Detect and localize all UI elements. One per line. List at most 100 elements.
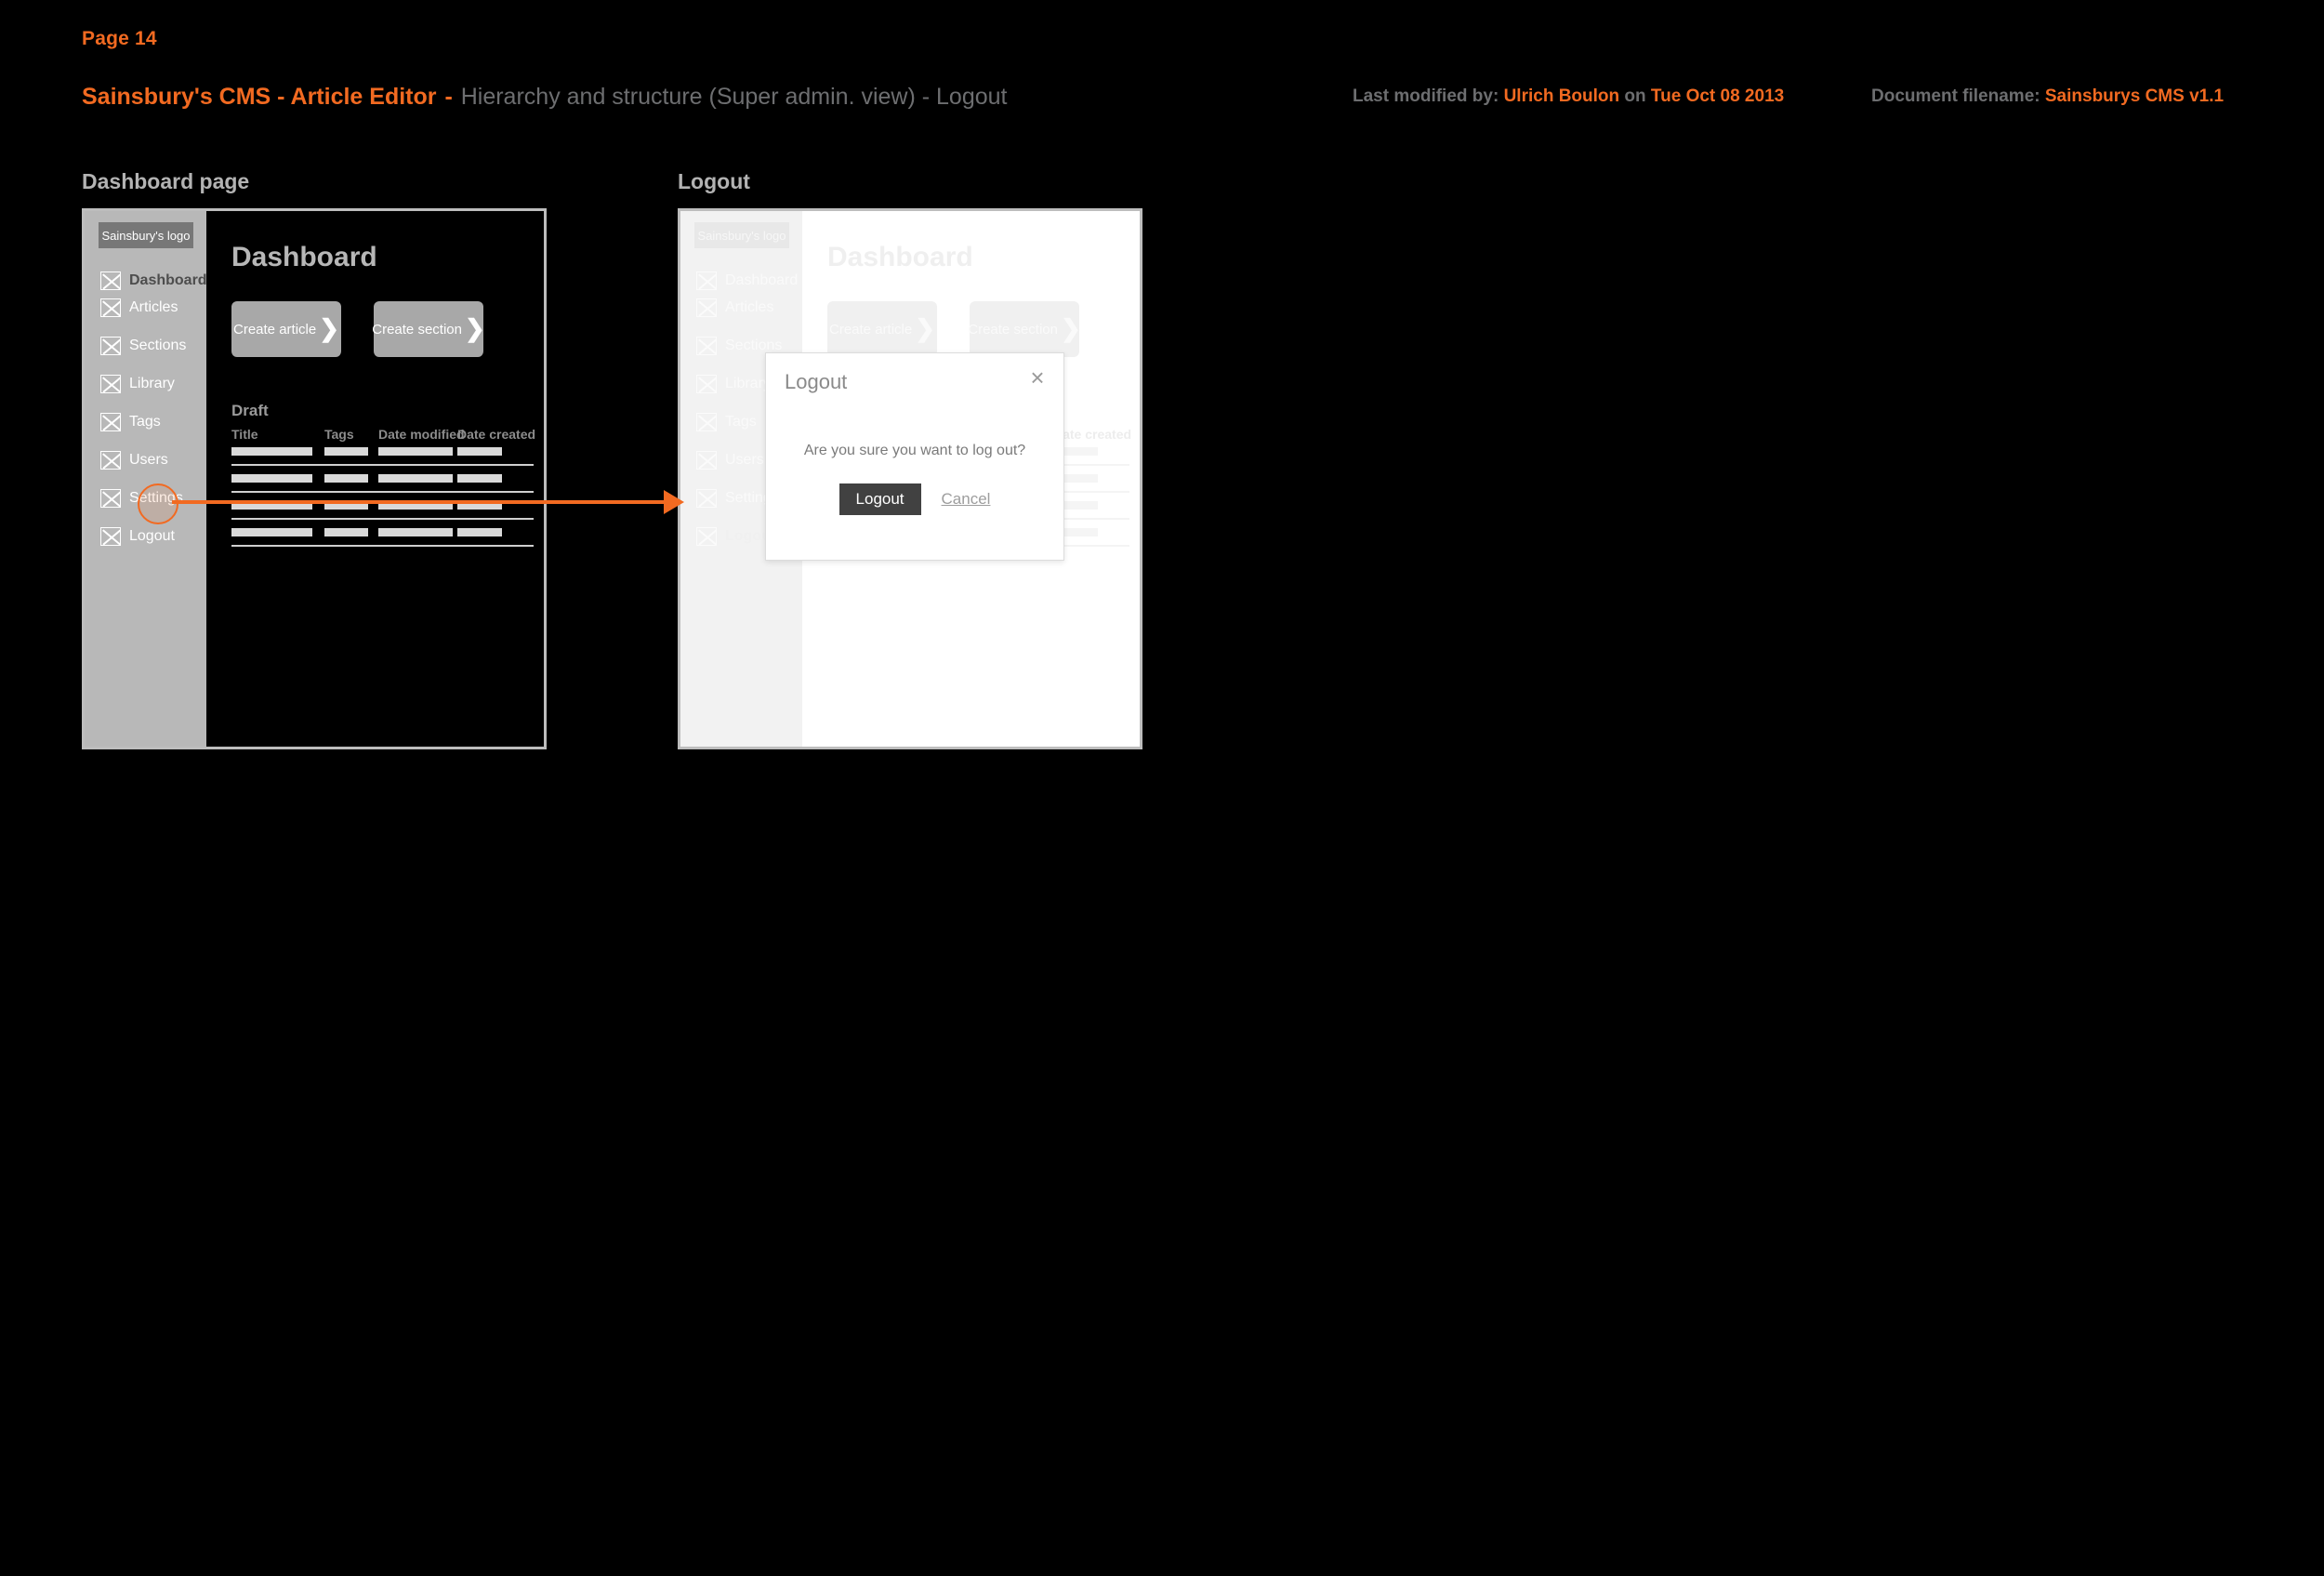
table-row[interactable] <box>231 526 534 553</box>
sidebar-item-articles[interactable]: Articles <box>100 298 178 318</box>
flow-connector-line <box>172 500 672 504</box>
cell-placeholder <box>231 447 312 456</box>
create-article-label: Create article <box>829 321 913 338</box>
sidebar-item-label: Library <box>725 376 771 391</box>
column-header-title[interactable]: Title <box>231 427 258 442</box>
dialog-actions: Logout Cancel <box>766 483 1063 515</box>
sidebar-item-label: Articles <box>725 299 774 315</box>
sidebar-item-sections[interactable]: Sections <box>100 336 186 356</box>
crossed-box-icon <box>100 527 121 546</box>
flow-arrow-icon <box>664 490 684 514</box>
crossed-box-icon <box>696 527 717 546</box>
last-modified-author: Ulrich Boulon <box>1503 86 1620 106</box>
cell-placeholder <box>324 528 368 536</box>
create-article-button[interactable]: Create article ❯ <box>231 301 341 357</box>
column-header-date-created[interactable]: Date created <box>1053 427 1131 442</box>
sidebar-item-dashboard[interactable]: Dashboard <box>100 271 207 291</box>
flow-highlight-circle <box>138 483 178 524</box>
sidebar-item-label: Users <box>129 452 168 468</box>
document-filename-label: Document filename: <box>1871 86 2040 106</box>
sainsburys-logo: Sainsbury's logo <box>99 222 193 248</box>
logout-dialog: Logout × Are you sure you want to log ou… <box>765 352 1064 561</box>
cell-placeholder <box>378 474 453 483</box>
sidebar-item-tags[interactable]: Tags <box>100 412 161 432</box>
sidebar-item-logout[interactable]: Logout <box>696 526 775 547</box>
sidebar-item-users[interactable]: Users <box>100 450 168 470</box>
crossed-box-icon <box>100 413 121 431</box>
sidebar-item-users[interactable]: Users <box>696 450 764 470</box>
create-section-label: Create section <box>372 321 462 338</box>
document-title: Sainsbury's CMS - Article Editor - Hiera… <box>82 84 1007 111</box>
row-divider <box>231 464 534 466</box>
page-number-value: 14 <box>135 28 157 49</box>
crossed-box-icon <box>696 489 717 508</box>
cell-placeholder <box>457 447 502 456</box>
crossed-box-icon <box>696 413 717 431</box>
cell-placeholder <box>324 447 368 456</box>
sidebar-item-label: Library <box>129 376 175 391</box>
table-row[interactable] <box>231 445 534 472</box>
confirm-logout-button[interactable]: Logout <box>838 483 921 515</box>
cell-placeholder <box>378 447 453 456</box>
cell-placeholder <box>378 528 453 536</box>
row-divider <box>231 518 534 520</box>
create-article-label: Create article <box>233 321 317 338</box>
sidebar: Sainsbury's logo Dashboard Articles Sect… <box>85 211 207 747</box>
column-header-date-modified[interactable]: Date modified <box>378 427 465 442</box>
crossed-box-icon <box>696 271 717 290</box>
last-modified-label: Last modified by: <box>1353 86 1499 106</box>
row-divider <box>231 491 534 493</box>
cell-placeholder <box>324 474 368 483</box>
create-section-button[interactable]: Create section ❯ <box>968 301 1081 357</box>
sidebar-item-logout[interactable]: Logout <box>100 526 175 547</box>
table-header-row: Title Tags Date modified Date created <box>231 427 535 445</box>
sidebar-item-library[interactable]: Library <box>696 374 771 394</box>
column-header-date-created[interactable]: Date created <box>457 427 535 442</box>
sidebar-item-label: Sections <box>129 338 187 353</box>
table-row[interactable] <box>231 472 534 499</box>
create-section-button[interactable]: Create section ❯ <box>372 301 485 357</box>
wireframe-dashboard-page: Sainsbury's logo Dashboard Articles Sect… <box>82 208 547 749</box>
create-article-button[interactable]: Create article ❯ <box>827 301 937 357</box>
sidebar-item-label: Tags <box>725 414 757 430</box>
dialog-title: Logout <box>785 370 848 393</box>
column-header-tags[interactable]: Tags <box>324 427 354 442</box>
sainsburys-logo: Sainsbury's logo <box>694 222 789 248</box>
cell-placeholder <box>231 528 312 536</box>
sidebar-item-label: Users <box>725 452 764 468</box>
crossed-box-icon <box>100 451 121 470</box>
cell-placeholder <box>231 474 312 483</box>
crossed-box-icon <box>100 298 121 317</box>
main-content: Dashboard Create article ❯ Create sectio… <box>206 211 544 747</box>
cancel-link[interactable]: Cancel <box>942 490 991 509</box>
row-divider <box>231 545 534 547</box>
caption-dashboard-page: Dashboard page <box>82 169 250 193</box>
draft-section-heading: Draft <box>231 402 269 419</box>
sidebar-item-tags[interactable]: Tags <box>696 412 757 432</box>
caption-logout: Logout <box>678 169 750 193</box>
document-filename-value: Sainsburys CMS v1.1 <box>2044 86 2225 106</box>
sidebar-item-label: Dashboard <box>129 272 207 288</box>
crossed-box-icon <box>100 489 121 508</box>
crossed-box-icon <box>696 451 717 470</box>
page-number-label: Page <box>82 28 129 49</box>
sidebar-item-dashboard[interactable]: Dashboard <box>696 271 798 291</box>
sidebar-item-library[interactable]: Library <box>100 374 175 394</box>
draft-table: Title Tags Date modified Date created <box>231 427 535 553</box>
sidebar-item-label: Logout <box>129 528 175 544</box>
page-title: Dashboard <box>231 242 377 272</box>
document-title-brand: Sainsbury's CMS - Article Editor <box>82 84 437 110</box>
sidebar-item-articles[interactable]: Articles <box>696 298 773 318</box>
last-modified-on: on <box>1624 86 1646 106</box>
cell-placeholder <box>457 528 502 536</box>
crossed-box-icon <box>696 375 717 393</box>
document-title-description: Hierarchy and structure (Super admin. vi… <box>460 84 1008 110</box>
sidebar-item-label: Dashboard <box>725 272 799 288</box>
create-section-label: Create section <box>968 321 1058 338</box>
cell-placeholder <box>457 474 502 483</box>
sidebar-item-label: Tags <box>129 414 161 430</box>
close-icon[interactable]: × <box>1026 365 1049 390</box>
crossed-box-icon <box>696 337 717 355</box>
dialog-message: Are you sure you want to log out? <box>803 443 1026 458</box>
crossed-box-icon <box>100 337 121 355</box>
